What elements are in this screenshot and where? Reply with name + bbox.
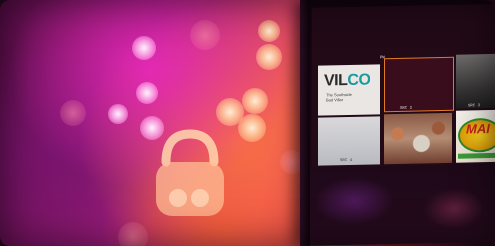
mai-strip bbox=[458, 152, 495, 159]
crowd-pane bbox=[384, 112, 452, 165]
bokeh-light bbox=[258, 20, 280, 42]
blurred-lock-shape bbox=[156, 129, 224, 216]
bokeh-light bbox=[118, 222, 148, 246]
bokeh-light bbox=[60, 100, 86, 126]
bokeh-light bbox=[108, 104, 128, 124]
mai-text: MAI bbox=[466, 121, 490, 137]
bokeh-light bbox=[136, 82, 158, 104]
mai-pane: MAI bbox=[456, 109, 495, 163]
pane-label: SRC 4 bbox=[340, 158, 353, 164]
graphics-pane: SRC 4 bbox=[318, 116, 380, 166]
bokeh-light bbox=[256, 44, 282, 70]
monitor-bezel bbox=[300, 0, 310, 246]
pane-label: SRC 2 bbox=[400, 106, 413, 111]
program-pane bbox=[384, 56, 454, 113]
bokeh-light bbox=[242, 88, 268, 114]
bokeh-light bbox=[238, 114, 266, 142]
multiviewer-screen: PW VILCO The Southside Bad Villar SRC 2 … bbox=[312, 3, 495, 168]
vilco-pane: VILCO The Southside Bad Villar bbox=[318, 64, 380, 116]
vilco-tagline: The Southside Bad Villar bbox=[326, 91, 352, 103]
monitor-reflection bbox=[314, 167, 495, 246]
pane-label: SRC 3 bbox=[468, 104, 481, 109]
camera-pane bbox=[456, 53, 495, 109]
bokeh-light bbox=[190, 20, 220, 50]
bokeh-light bbox=[132, 36, 156, 60]
vilco-logo: VILCO bbox=[324, 71, 371, 90]
broadcast-monitor: PW VILCO The Southside Bad Villar SRC 2 … bbox=[300, 0, 495, 246]
stage-photo: PW VILCO The Southside Bad Villar SRC 2 … bbox=[0, 0, 495, 246]
